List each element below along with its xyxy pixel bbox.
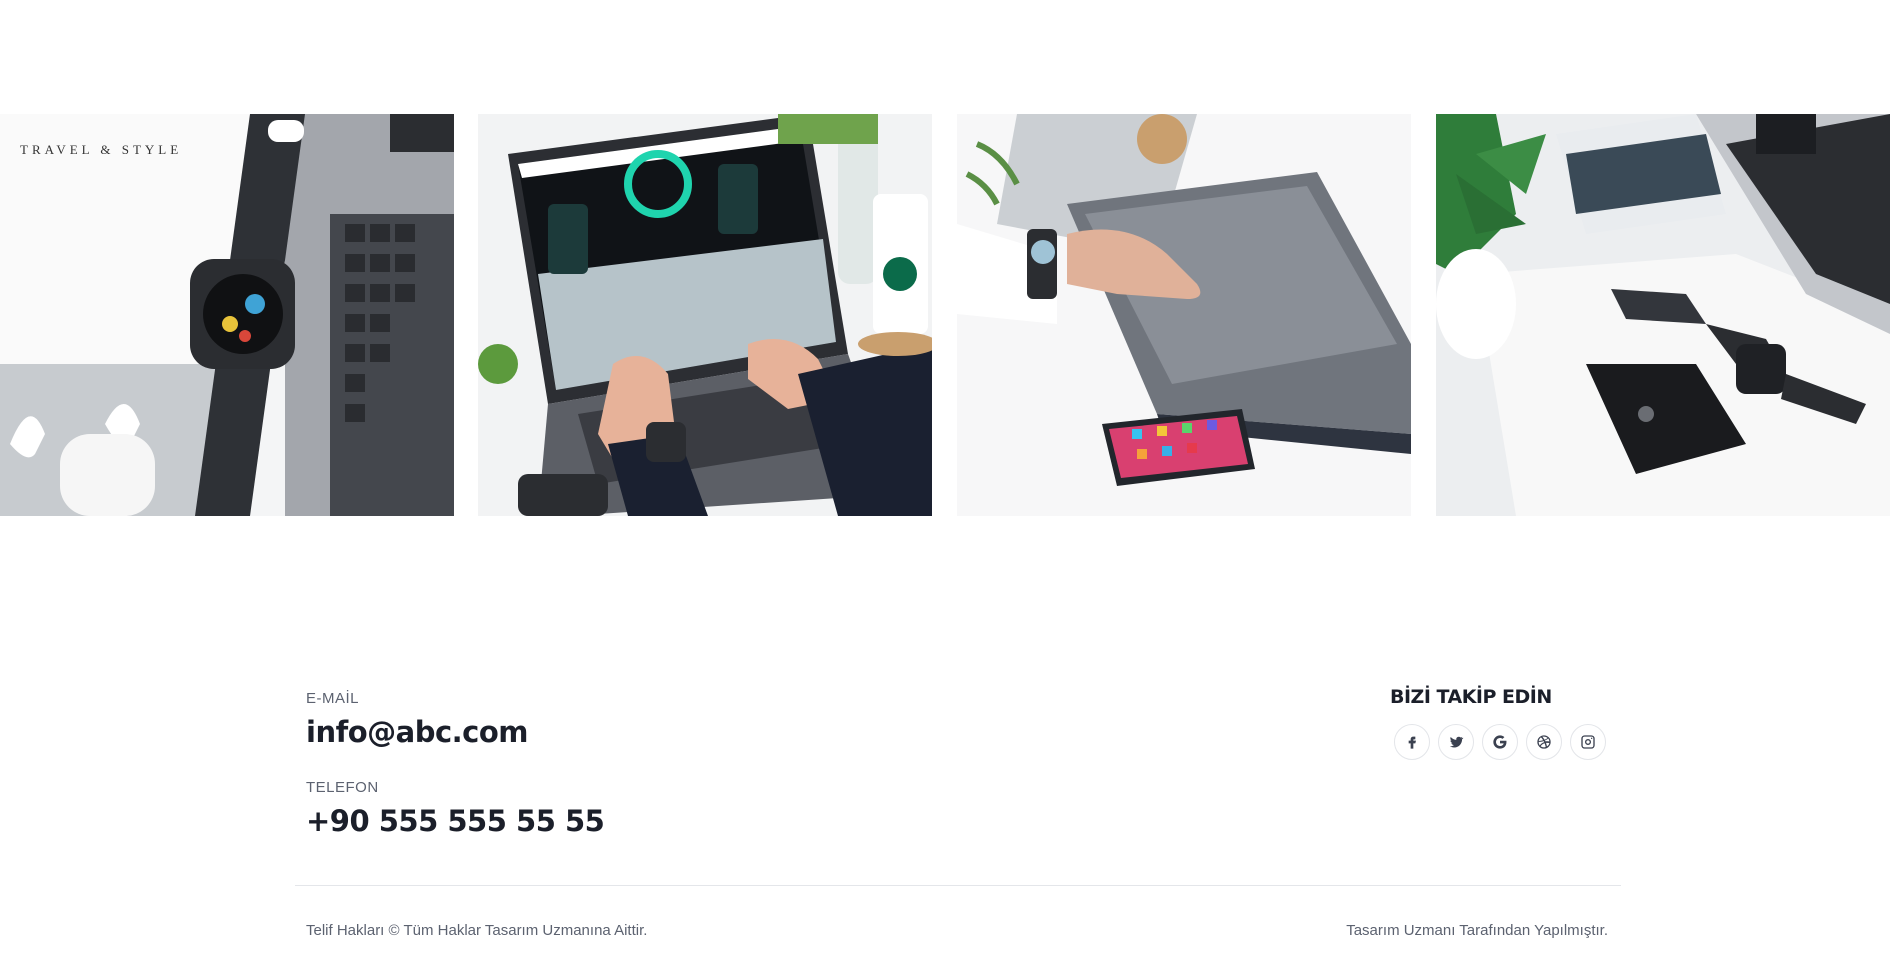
credit-text: Tasarım Uzmanı Tarafından Yapılmıştır. [1346,922,1608,939]
gallery-image-2[interactable] [478,114,932,516]
gallery-image-1[interactable]: TRAVEL & STYLE [0,114,454,516]
facebook-icon[interactable] [1394,724,1430,760]
gallery-image-4[interactable] [1436,114,1890,516]
email-value[interactable]: info@abc.com [306,715,604,749]
contact-info: E-MAİL info@abc.com TELEFON +90 555 555 … [306,690,605,838]
twitter-icon[interactable] [1438,724,1474,760]
phone-value[interactable]: +90 555 555 55 55 [306,804,605,838]
google-icon[interactable] [1482,724,1518,760]
email-label: E-MAİL [306,690,360,707]
instagram-icon[interactable] [1570,724,1606,760]
follow-title: BİZİ TAKİP EDİN [1390,686,1552,708]
phone-label: TELEFON [306,779,379,796]
gallery-image-3[interactable] [957,114,1411,516]
copyright-text: Telif Hakları © Tüm Haklar Tasarım Uzman… [306,922,648,939]
photo-gallery: TRAVEL & STYLE [0,114,1900,516]
footer-divider [295,885,1621,886]
svg-text:TRAVEL & STYLE: TRAVEL & STYLE [20,142,182,157]
dribbble-icon[interactable] [1526,724,1562,760]
social-links [1394,724,1620,760]
follow-section: BİZİ TAKİP EDİN [1390,686,1620,760]
